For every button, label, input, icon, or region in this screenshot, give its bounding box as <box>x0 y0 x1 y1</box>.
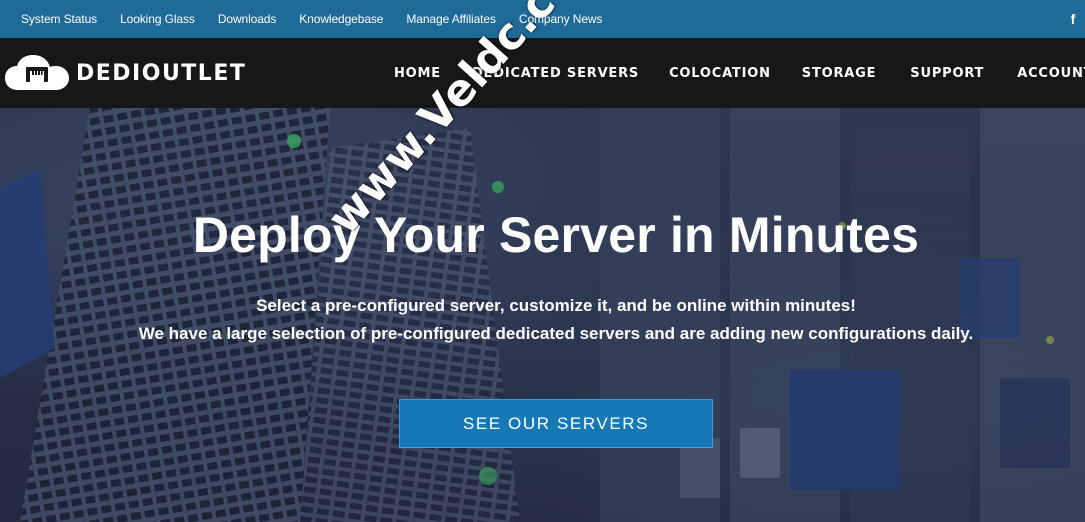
nav-item-storage[interactable]: STORAGE <box>802 66 877 81</box>
hero-section: Deploy Your Server in Minutes Select a p… <box>0 108 1085 522</box>
utility-link-looking-glass[interactable]: Looking Glass <box>120 12 195 26</box>
top-utility-bar: System Status Looking Glass Downloads Kn… <box>0 0 1085 38</box>
utility-link-manage-affiliates[interactable]: Manage Affiliates <box>406 12 496 26</box>
main-navigation: DEDIOUTLET HOME DEDICATED SERVERS COLOCA… <box>0 38 1085 108</box>
cloud-ethernet-icon <box>5 55 69 90</box>
nav-item-colocation[interactable]: COLOCATION <box>669 66 771 81</box>
nav-item-support[interactable]: SUPPORT <box>910 66 984 81</box>
hero-subtitle-line-2: We have a large selection of pre-configu… <box>138 324 974 343</box>
nav-item-home[interactable]: HOME <box>394 66 441 81</box>
utility-links: System Status Looking Glass Downloads Kn… <box>21 0 625 38</box>
nav-menu: HOME DEDICATED SERVERS COLOCATION STORAG… <box>394 38 1085 108</box>
brand-logo[interactable]: DEDIOUTLET <box>4 54 246 92</box>
hero-title: Deploy Your Server in Minutes <box>192 207 920 263</box>
hero-subtitle-line-1: Select a pre-configured server, customiz… <box>256 296 856 315</box>
utility-link-downloads[interactable]: Downloads <box>218 12 277 26</box>
see-our-servers-button[interactable]: SEE OUR SERVERS <box>399 399 713 448</box>
nav-item-account[interactable]: ACCOUNT <box>1017 66 1085 81</box>
page: System Status Looking Glass Downloads Kn… <box>0 0 1085 522</box>
facebook-icon[interactable]: f <box>1067 11 1079 27</box>
utility-link-knowledgebase[interactable]: Knowledgebase <box>299 12 383 26</box>
utility-link-system-status[interactable]: System Status <box>21 12 97 26</box>
utility-link-company-news[interactable]: Company News <box>519 12 603 26</box>
nav-item-dedicated-servers[interactable]: DEDICATED SERVERS <box>472 66 639 81</box>
brand-name: DEDIOUTLET <box>76 60 247 86</box>
